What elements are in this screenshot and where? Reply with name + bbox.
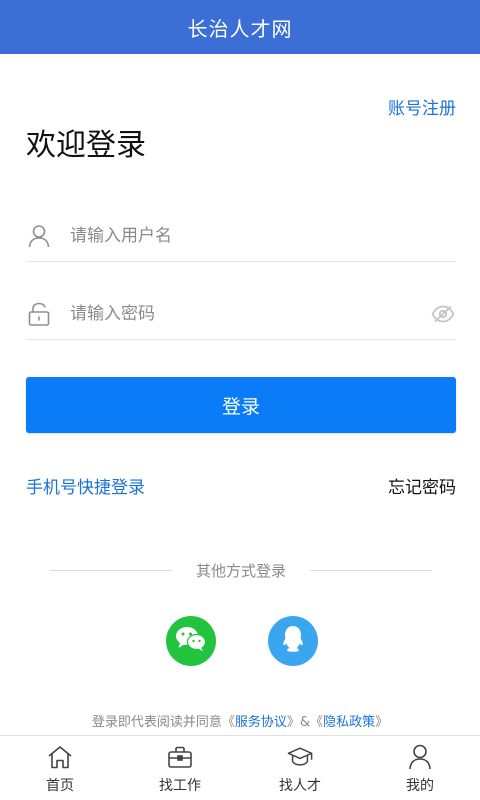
privacy-policy-link[interactable]: 隐私政策 xyxy=(323,715,375,730)
eye-off-icon[interactable] xyxy=(430,304,456,324)
agreement-mid: 》&《 xyxy=(286,715,324,730)
tab-label: 找工作 xyxy=(159,778,201,794)
wechat-icon xyxy=(175,625,207,657)
divider-line xyxy=(50,570,172,571)
lock-icon xyxy=(26,301,52,327)
qq-icon xyxy=(280,624,306,658)
user-icon xyxy=(407,744,433,770)
home-icon xyxy=(47,744,73,770)
tab-label: 我的 xyxy=(406,778,434,794)
tab-mine[interactable]: 我的 xyxy=(360,736,480,800)
tab-label: 找人才 xyxy=(279,778,321,794)
phone-quick-login-link[interactable]: 手机号快捷登录 xyxy=(26,473,145,498)
username-input[interactable] xyxy=(70,225,456,246)
graduation-cap-icon xyxy=(287,744,313,770)
register-link[interactable]: 账号注册 xyxy=(388,94,456,119)
wechat-login-button[interactable] xyxy=(166,616,216,666)
service-agreement-link[interactable]: 服务协议 xyxy=(235,715,287,730)
agreement-suffix: 》 xyxy=(375,715,389,730)
welcome-heading: 欢迎登录 xyxy=(26,128,146,163)
page-title: 长治人才网 xyxy=(187,16,293,41)
forgot-password-link[interactable]: 忘记密码 xyxy=(388,473,456,498)
tab-find-job[interactable]: 找工作 xyxy=(120,736,240,800)
qq-login-button[interactable] xyxy=(268,616,318,666)
password-input[interactable] xyxy=(70,303,430,324)
tab-home[interactable]: 首页 xyxy=(0,736,120,800)
divider-line xyxy=(310,570,433,571)
briefcase-icon xyxy=(167,744,193,770)
tab-label: 首页 xyxy=(46,778,74,794)
bottom-tabbar: 首页 找工作 找人才 我的 xyxy=(0,735,480,800)
username-row xyxy=(26,210,456,262)
other-login-divider: 其他方式登录 xyxy=(50,560,433,581)
tab-find-talent[interactable]: 找人才 xyxy=(240,736,360,800)
password-row xyxy=(26,288,456,340)
login-button[interactable]: 登录 xyxy=(26,377,456,433)
app-header: 长治人才网 xyxy=(0,0,480,54)
agreement-prefix: 登录即代表阅读并同意《 xyxy=(91,715,235,730)
user-icon xyxy=(26,223,52,249)
other-login-title: 其他方式登录 xyxy=(196,562,287,580)
agreement-text: 登录即代表阅读并同意《服务协议》&《隐私政策》 xyxy=(0,711,480,730)
